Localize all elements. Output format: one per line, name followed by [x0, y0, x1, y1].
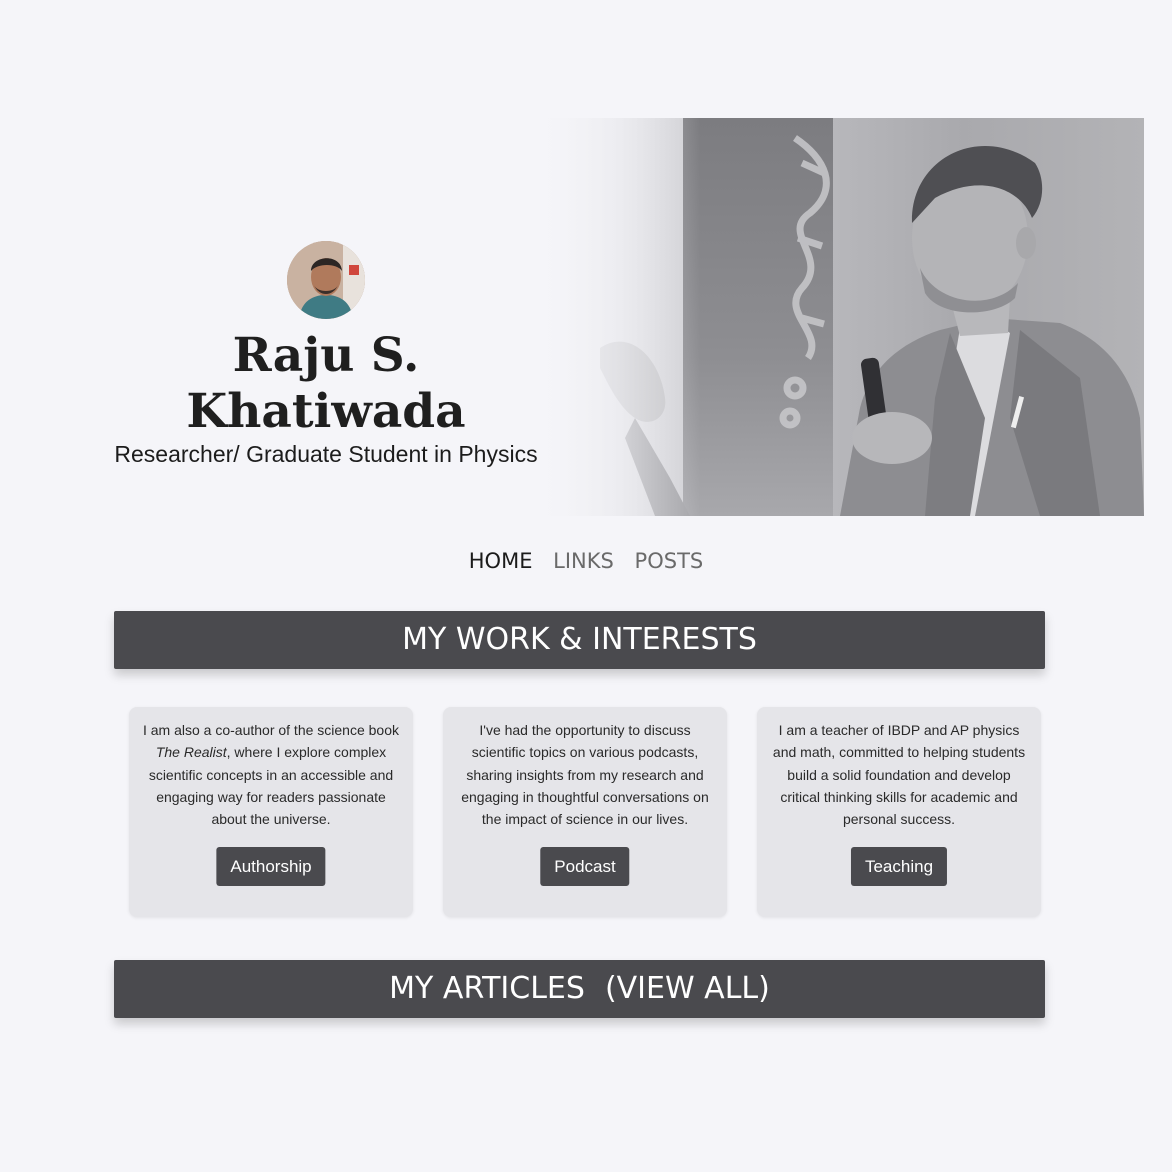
nav-link-links[interactable]: LINKS: [553, 549, 614, 573]
teaching-button[interactable]: Teaching: [850, 847, 948, 886]
avatar-portrait: [287, 241, 365, 319]
section-header-work: MY WORK & INTERESTS: [114, 611, 1045, 669]
name-line-2: Khatiwada: [186, 384, 466, 439]
view-all-articles-link[interactable]: (VIEW ALL): [605, 971, 770, 1006]
book-title: The Realist: [155, 744, 227, 761]
podcast-button[interactable]: Podcast: [540, 847, 630, 886]
main-nav: HOME LINKS POSTS: [0, 549, 1172, 573]
nav-link-posts[interactable]: POSTS: [635, 549, 704, 573]
nav-link-home[interactable]: HOME: [469, 549, 533, 573]
card-podcast: I've had the opportunity to discuss scie…: [443, 707, 727, 917]
card-teaching: I am a teacher of IBDP and AP physics an…: [757, 707, 1041, 917]
profile-subtitle: Researcher/ Graduate Student in Physics: [114, 441, 538, 467]
section-title-articles: MY ARTICLES: [389, 971, 585, 1006]
profile-header: Raju S. Khatiwada Researcher/ Graduate St…: [0, 118, 650, 516]
card-authorship: I am also a co-author of the science boo…: [129, 707, 413, 917]
authorship-button[interactable]: Authorship: [216, 847, 326, 886]
page-title: Raju S. Khatiwada: [100, 328, 552, 440]
card-authorship-text: I am also a co-author of the science boo…: [139, 719, 403, 830]
hero-banner: Raju S. Khatiwada Researcher/ Graduate St…: [0, 118, 1172, 516]
card-teaching-text: I am a teacher of IBDP and AP physics an…: [772, 722, 1026, 828]
section-header-articles: MY ARTICLES (VIEW ALL): [114, 960, 1045, 1018]
card-podcast-text: I've had the opportunity to discuss scie…: [461, 722, 709, 828]
name-line-1: Raju S.: [232, 328, 420, 383]
section-title-work: MY WORK & INTERESTS: [402, 622, 757, 657]
card-authorship-text-start: I am also a co-author of the science boo…: [142, 722, 400, 738]
avatar: [287, 241, 365, 319]
